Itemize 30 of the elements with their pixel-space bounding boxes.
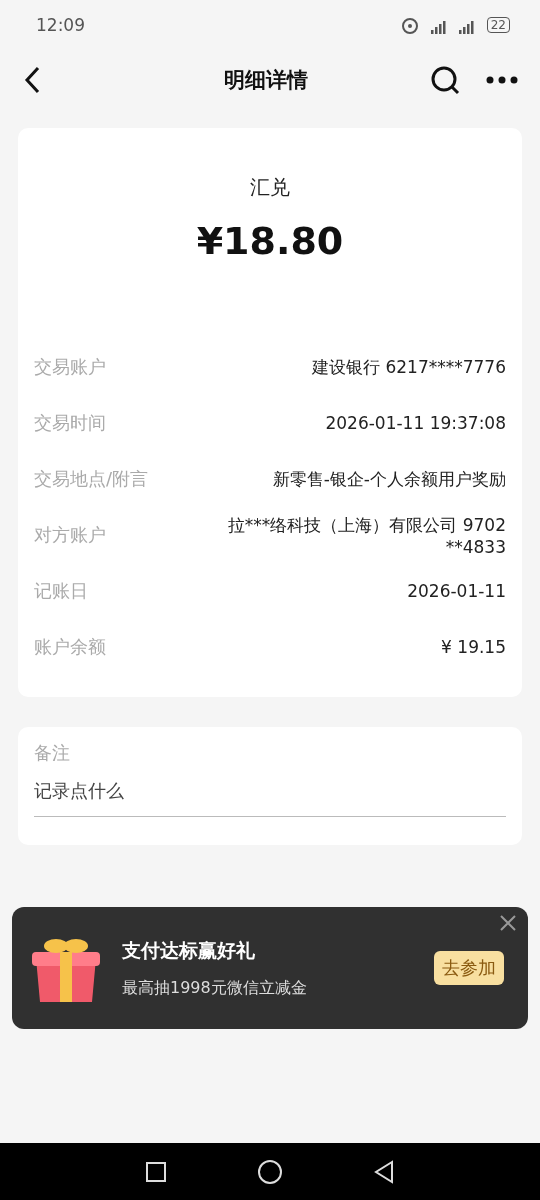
page-title: 明细详情 [224,67,308,94]
transaction-amount: ¥18.80 [195,219,345,263]
detail-label: 交易地点/附言 [34,467,149,491]
detail-value: 拉***络科技（上海）有限公司 9702 **4833 [226,513,506,557]
search-button[interactable] [430,65,460,95]
transaction-type: 汇兑 [249,174,291,201]
note-label: 备注 [34,741,71,765]
promo-subtitle: 最高抽1998元微信立减金 [122,977,308,999]
battery-level: 22 [486,17,510,33]
note-card[interactable]: 备注 记录点什么 [18,727,522,845]
close-button[interactable] [498,913,518,933]
join-button[interactable]: 去参加 [434,951,504,985]
detail-value: 新零售-银企-个人余额用户奖励 [272,467,506,491]
back-button[interactable] [22,65,42,95]
promo-title: 支付达标赢好礼 [122,937,256,963]
detail-value: 建设银行 6217****7776 [312,355,506,379]
detail-label: 记账日 [34,579,88,603]
note-field[interactable]: 记录点什么 [34,765,506,817]
back-nav-button[interactable] [373,1159,395,1184]
detail-label: 账户余额 [34,635,106,659]
detail-value: 2026-01-11 19:37:08 [325,413,506,433]
recents-button[interactable] [145,1160,167,1183]
home-button[interactable] [257,1158,283,1185]
detail-label: 对方账户 [34,523,106,547]
more-button[interactable] [486,76,518,84]
detail-value: 2026-01-11 [407,581,506,601]
detail-label: 交易账户 [34,355,106,379]
detail-value: ¥ 19.15 [441,637,506,657]
status-time: 12:09 [36,15,85,35]
detail-label: 交易时间 [34,411,106,435]
